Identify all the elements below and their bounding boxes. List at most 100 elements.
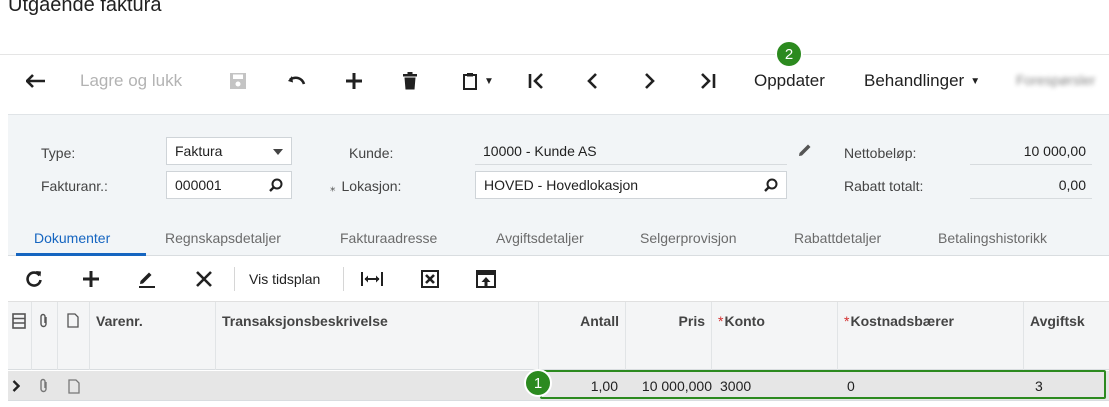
location-label: ⁎ Lokasjon: — [330, 178, 402, 194]
grid-toolbar: Vis tidsplan — [8, 256, 1109, 302]
save-button[interactable] — [226, 69, 250, 93]
toolbar-separator — [234, 267, 235, 291]
dropdown-caret-icon: ▼ — [970, 75, 981, 87]
close-icon — [196, 271, 212, 287]
page-title: Utgående faktura — [8, 0, 162, 16]
invoice-number-label: Fakturanr.: — [41, 178, 108, 194]
invoice-number-input[interactable]: 000001 — [166, 171, 292, 199]
note-icon — [67, 313, 79, 328]
required-mark: * — [718, 313, 724, 329]
customer-input[interactable]: 10000 - Kunde AS — [475, 137, 787, 165]
fit-columns-button[interactable] — [360, 267, 384, 291]
excel-icon — [421, 270, 439, 288]
first-icon — [528, 73, 543, 89]
pencil-icon — [139, 272, 155, 288]
fit-width-icon — [361, 272, 383, 286]
dropdown-caret-icon: ▼ — [484, 75, 494, 87]
grid-delete-row-button[interactable] — [192, 267, 216, 291]
export-excel-button[interactable] — [418, 267, 442, 291]
tab-tax-details[interactable]: Avgiftsdetaljer — [496, 230, 584, 246]
customer-value: 10000 - Kunde AS — [483, 142, 597, 159]
last-icon — [701, 73, 716, 89]
toolbar-separator — [343, 267, 344, 291]
refresh-button[interactable]: Oppdater — [754, 69, 825, 93]
detail-tabs: Dokumenter Regnskapsdetaljer Fakturaadre… — [8, 224, 1109, 256]
add-button[interactable] — [342, 69, 366, 93]
chevron-right-icon — [645, 73, 655, 89]
grid-header: Varenr. Transaksjonsbeskrivelse Antall P… — [8, 302, 1109, 370]
location-value: HOVED - Hovedlokasjon — [484, 177, 639, 193]
column-description[interactable]: Transaksjonsbeskrivelse — [216, 302, 539, 370]
column-quantity[interactable]: Antall — [539, 302, 626, 370]
chevron-right-icon — [12, 380, 20, 392]
location-input[interactable]: HOVED - Hovedlokasjon — [475, 171, 787, 199]
undo-icon — [288, 76, 306, 85]
copy-paste-button[interactable]: ▼ — [456, 69, 500, 93]
row-attachment[interactable] — [38, 371, 50, 401]
back-button[interactable] — [24, 69, 48, 93]
grid-refresh-button[interactable] — [22, 267, 46, 291]
clipboard-icon — [463, 73, 478, 90]
tab-discount-details[interactable]: Rabattdetaljer — [794, 230, 881, 246]
note-icon — [68, 378, 80, 394]
net-amount-value: 10 000,00 — [970, 137, 1092, 165]
discount-total-value: 0,00 — [970, 171, 1092, 199]
column-account[interactable]: *Konto — [712, 302, 838, 370]
delete-button[interactable] — [398, 69, 422, 93]
search-icon[interactable] — [269, 178, 283, 192]
column-tax[interactable]: Avgiftsk — [1024, 302, 1109, 370]
main-toolbar: Lagre og lukk ▼ Oppdater Behandlinger ▼ … — [0, 56, 1109, 106]
customer-label: Kunde: — [349, 145, 394, 161]
net-amount-label: Nettobeløp: — [844, 145, 917, 161]
tab-salesperson-commission[interactable]: Selgerprovisjon — [640, 230, 737, 246]
save-close-button[interactable]: Lagre og lukk — [80, 69, 182, 93]
back-arrow-icon — [26, 74, 45, 88]
grid-edit-button[interactable] — [135, 267, 159, 291]
row-selector[interactable] — [12, 371, 26, 401]
column-cost-center[interactable]: *Kostnadsbærer — [838, 302, 1024, 370]
note-header — [58, 302, 90, 370]
dropdown-arrow-icon — [273, 149, 283, 155]
tab-documents[interactable]: Dokumenter — [34, 230, 110, 246]
column-settings-header[interactable] — [8, 302, 32, 370]
column-item-no[interactable]: Varenr. — [90, 302, 216, 370]
search-icon[interactable] — [764, 178, 778, 192]
type-select[interactable]: Faktura — [166, 137, 292, 165]
view-schedule-button[interactable]: Vis tidsplan — [249, 267, 320, 291]
first-record-button[interactable] — [524, 69, 548, 93]
last-record-button[interactable] — [696, 69, 720, 93]
callout-highlight-frame — [540, 370, 1106, 399]
blurred-toolbar-item[interactable]: Forespørsler — [1016, 72, 1109, 90]
grid-add-row-button[interactable] — [79, 267, 103, 291]
column-settings-icon — [12, 313, 26, 329]
attachment-header — [32, 302, 58, 370]
tab-accounting-details[interactable]: Regnskapsdetaljer — [165, 230, 281, 246]
column-price[interactable]: Pris — [626, 302, 712, 370]
actions-menu-label: Behandlinger — [864, 71, 965, 90]
row-note[interactable] — [68, 371, 80, 401]
undo-button[interactable] — [284, 69, 308, 93]
required-mark: * — [844, 313, 850, 329]
invoice-number-value: 000001 — [175, 177, 222, 193]
callout-badge-2: 2 — [775, 40, 803, 68]
actions-menu-button[interactable]: Behandlinger ▼ — [864, 69, 980, 93]
type-value: Faktura — [175, 143, 223, 159]
previous-record-button[interactable] — [580, 69, 604, 93]
refresh-icon — [26, 271, 42, 287]
plus-icon — [346, 73, 362, 89]
trash-icon — [403, 72, 417, 90]
edit-pencil-icon[interactable] — [798, 143, 812, 157]
callout-badge-1: 1 — [524, 369, 552, 397]
tab-invoice-address[interactable]: Fakturaadresse — [340, 230, 437, 246]
next-record-button[interactable] — [638, 69, 662, 93]
type-label: Type: — [41, 145, 76, 161]
chevron-left-icon — [587, 73, 597, 89]
upload-icon — [476, 270, 496, 288]
save-icon — [230, 73, 246, 89]
discount-total-label: Rabatt totalt: — [844, 178, 924, 194]
paperclip-icon — [40, 378, 47, 393]
tab-payment-history[interactable]: Betalingshistorikk — [938, 230, 1047, 246]
title-divider — [0, 54, 1109, 55]
upload-button[interactable] — [474, 267, 498, 291]
summary-form: Type: Faktura Fakturanr.: 000001 Kunde: … — [8, 114, 1109, 224]
